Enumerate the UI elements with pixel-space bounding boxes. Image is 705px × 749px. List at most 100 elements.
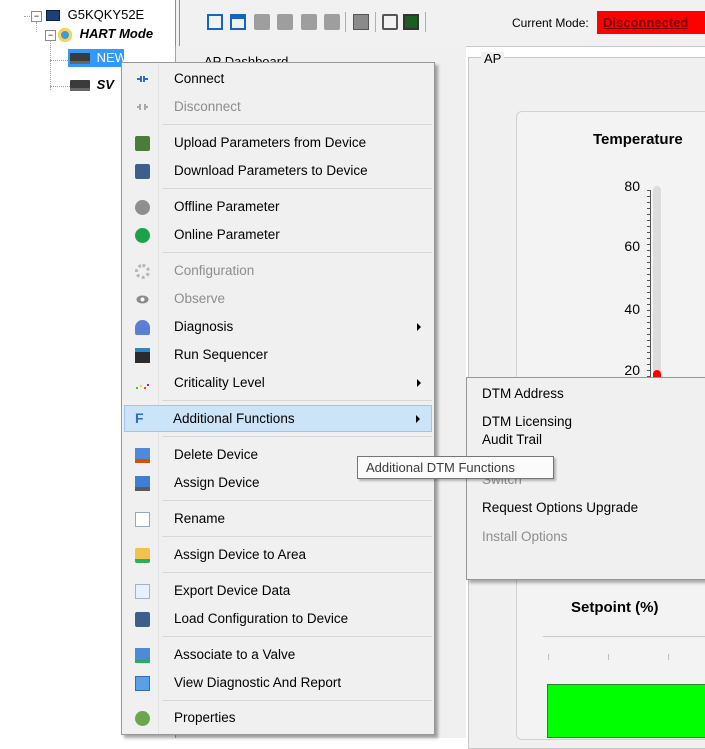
- menu-item-observe[interactable]: Observe: [124, 286, 432, 312]
- menu-item-load-configuration[interactable]: Load Configuration to Device: [124, 606, 432, 632]
- menu-item-label: Observe: [174, 291, 226, 306]
- menu-item-associate-valve[interactable]: Associate to a Valve: [124, 642, 432, 668]
- minor-tick: [647, 346, 651, 347]
- menu-item-view-diagnostic-report[interactable]: View Diagnostic And Report: [124, 670, 432, 696]
- chart-icon[interactable]: [403, 14, 419, 30]
- menu-item-upload-parameters[interactable]: Upload Parameters from Device: [124, 130, 432, 156]
- menu-separator: [162, 536, 432, 537]
- minor-tick: [647, 238, 651, 239]
- tree-connector: [50, 60, 70, 61]
- tree-node-label: HART Mode: [79, 26, 154, 41]
- disconnect-icon: [135, 100, 150, 115]
- tree-node-root[interactable]: G5KQKY52E: [46, 6, 144, 24]
- disconnect-toolbar-icon[interactable]: [324, 14, 340, 30]
- menu-item-export-device-data[interactable]: Export Device Data: [124, 578, 432, 604]
- minor-tick: [647, 286, 651, 287]
- minor-tick: [647, 370, 651, 371]
- minor-tick: [647, 340, 651, 341]
- menu-item-assign-device-to-area[interactable]: Assign Device to Area: [124, 542, 432, 568]
- menu-item-connect[interactable]: Connect: [124, 66, 432, 92]
- minor-tick: [647, 358, 651, 359]
- minor-tick: [647, 292, 651, 293]
- minor-tick: [647, 268, 651, 269]
- gear-icon: [135, 264, 150, 279]
- menu-separator: [162, 572, 432, 573]
- download-toolbar-icon[interactable]: [277, 14, 293, 30]
- offline-parameter-icon: [135, 200, 150, 215]
- submenu-item-install-options[interactable]: Install Options: [482, 524, 568, 550]
- menu-item-label: Configuration: [174, 263, 255, 278]
- minor-tick: [647, 244, 651, 245]
- hart-modem-icon: [58, 27, 72, 42]
- menu-item-offline-parameter[interactable]: Offline Parameter: [124, 194, 432, 220]
- minor-tick: [647, 196, 651, 197]
- submenu-arrow-icon: [417, 379, 421, 387]
- tree-connector: [36, 22, 37, 32]
- window-icon[interactable]: [230, 14, 246, 30]
- menu-item-rename[interactable]: Rename: [124, 506, 432, 532]
- submenu-item-audit-trail[interactable]: Audit Trail: [482, 427, 542, 453]
- layout-icon[interactable]: [207, 14, 223, 30]
- menu-item-configuration[interactable]: Configuration: [124, 258, 432, 284]
- minor-tick: [647, 280, 651, 281]
- rename-icon: [135, 512, 150, 527]
- minor-tick: [647, 310, 651, 311]
- upload-toolbar-icon[interactable]: [254, 14, 270, 30]
- menu-item-download-parameters[interactable]: Download Parameters to Device: [124, 158, 432, 184]
- menu-item-label: Delete Device: [174, 447, 259, 462]
- menu-item-criticality-level[interactable]: Criticality Level: [124, 370, 432, 396]
- minor-tick: [647, 202, 651, 203]
- folder-icon: [135, 548, 150, 563]
- menu-separator: [162, 188, 432, 189]
- minor-tick: [647, 220, 651, 221]
- connect-icon: [135, 72, 150, 87]
- menu-separator: [162, 636, 432, 637]
- menu-separator: [162, 436, 432, 437]
- toolbar-separator: [425, 12, 426, 32]
- submenu-item-request-options-upgrade[interactable]: Request Options Upgrade: [482, 495, 638, 521]
- menu-item-diagnosis[interactable]: Diagnosis: [124, 314, 432, 340]
- splitter[interactable]: [175, 0, 180, 46]
- menu-separator: [162, 124, 432, 125]
- tree-node-hart-modem[interactable]: HART Mode: [58, 25, 153, 43]
- expand-collapse-icon[interactable]: −: [31, 11, 42, 22]
- minor-tick: [647, 352, 651, 353]
- computer-icon: [46, 10, 60, 22]
- setpoint-bar: [547, 684, 705, 738]
- menu-item-run-sequencer[interactable]: Run Sequencer: [124, 342, 432, 368]
- slider-tick: [608, 654, 609, 660]
- minor-tick: [647, 316, 651, 317]
- tick-label: 60: [624, 238, 640, 254]
- sequencer-icon: [135, 348, 150, 363]
- menu-item-label: Online Parameter: [174, 227, 280, 242]
- online-parameter-icon: [135, 228, 150, 243]
- menu-item-online-parameter[interactable]: Online Parameter: [124, 222, 432, 248]
- document-icon[interactable]: [353, 14, 369, 30]
- menu-item-label: Download Parameters to Device: [174, 163, 368, 178]
- assign-device-icon: [135, 476, 150, 491]
- menu-item-label: Export Device Data: [174, 583, 291, 598]
- tree-node-sibling[interactable]: SV: [68, 76, 114, 94]
- tooltip: Additional DTM Functions: [357, 456, 554, 479]
- minor-tick: [647, 208, 651, 209]
- connect-toolbar-icon[interactable]: [301, 14, 317, 30]
- current-mode-label: Current Mode:: [512, 16, 589, 30]
- menu-item-additional-functions[interactable]: F Additional Functions: [124, 405, 432, 432]
- submenu-arrow-icon: [417, 323, 421, 331]
- menu-item-disconnect[interactable]: Disconnect: [124, 94, 432, 120]
- eye-icon: [135, 292, 150, 307]
- minor-tick: [647, 232, 651, 233]
- menu-separator: [162, 500, 432, 501]
- menu-separator: [162, 400, 432, 401]
- download-icon: [135, 164, 150, 179]
- menu-item-properties[interactable]: Properties: [124, 705, 432, 731]
- tree-node-selected[interactable]: NEW: [68, 49, 127, 67]
- tree-node-label: SV: [96, 77, 114, 92]
- minor-tick: [647, 214, 651, 215]
- submenu-item-dtm-address[interactable]: DTM Address: [482, 381, 564, 407]
- menu-item-label: Connect: [174, 71, 225, 86]
- minor-tick: [647, 304, 651, 305]
- setpoint-slider-track[interactable]: [543, 636, 705, 637]
- print-icon[interactable]: [382, 14, 398, 30]
- minor-tick: [647, 250, 651, 251]
